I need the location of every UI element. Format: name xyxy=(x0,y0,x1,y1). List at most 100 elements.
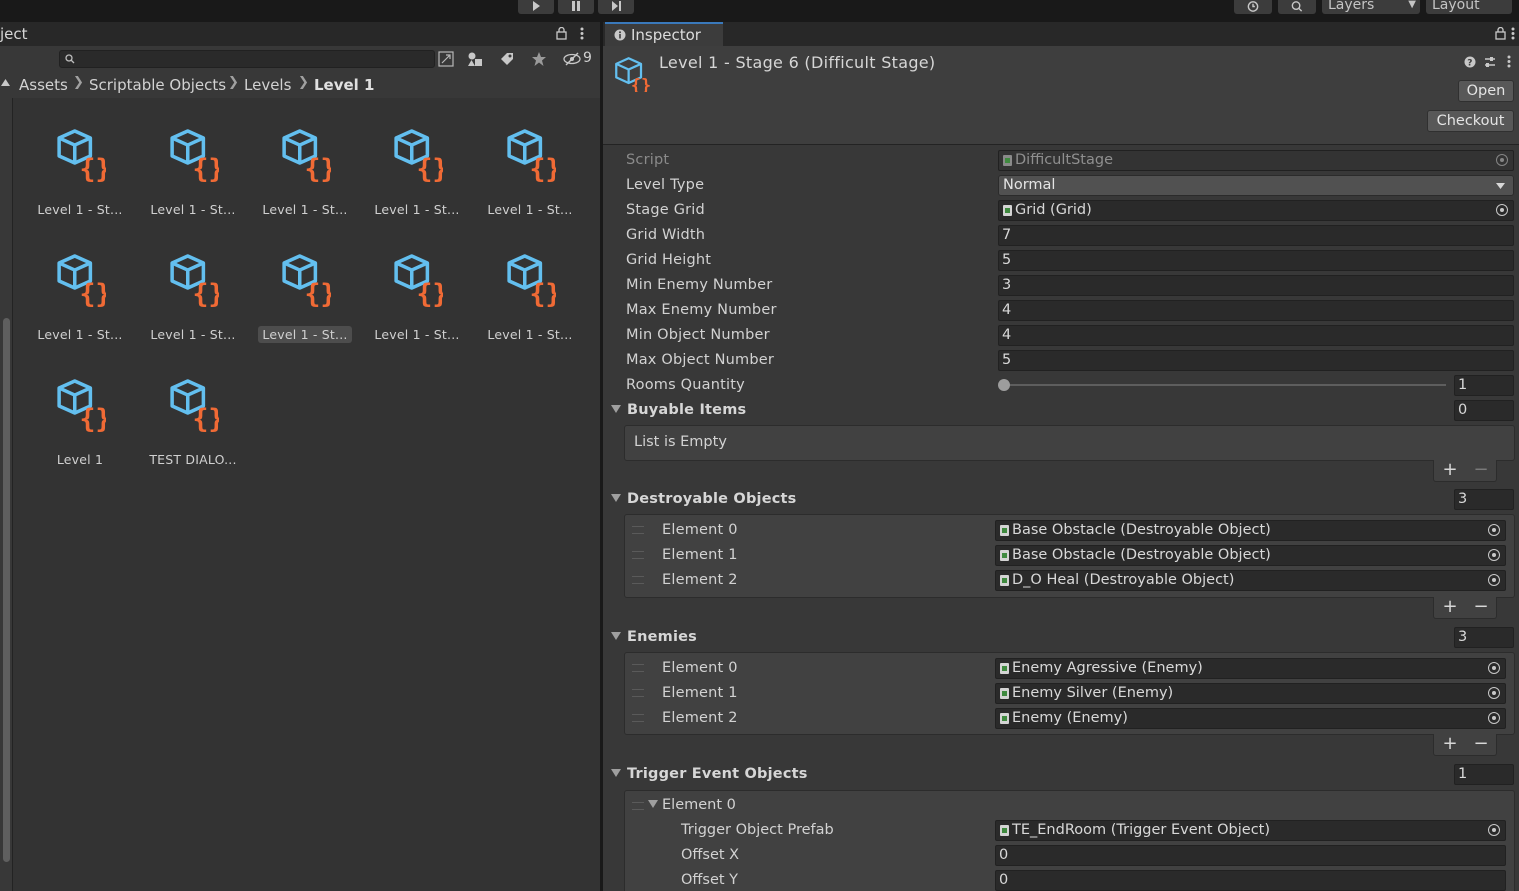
svg-text:{}: {} xyxy=(304,279,331,310)
folder-tree-scrollbar[interactable] xyxy=(3,318,10,862)
remove-element-button[interactable]: − xyxy=(1466,734,1496,754)
step-button[interactable] xyxy=(598,0,634,14)
destroyable-objects-count[interactable]: 3 xyxy=(1454,489,1514,510)
add-element-button[interactable]: + xyxy=(1435,734,1465,754)
asset-item[interactable]: {} Level 1 - St... xyxy=(141,245,245,363)
offset-y-field[interactable]: 0 xyxy=(995,870,1506,891)
breadcrumb-level-1[interactable]: Level 1 xyxy=(314,76,374,94)
drag-handle-icon[interactable] xyxy=(632,802,644,810)
open-button[interactable]: Open xyxy=(1458,80,1514,102)
buyable-items-foldout[interactable]: Buyable Items xyxy=(611,402,746,418)
object-picker-icon[interactable] xyxy=(1488,574,1500,586)
asset-item[interactable]: {} Level 1 - St... xyxy=(478,245,582,363)
preset-sliders-icon[interactable] xyxy=(1483,55,1497,69)
object-picker-icon[interactable] xyxy=(1488,687,1500,699)
drag-handle-icon[interactable] xyxy=(632,526,644,534)
more-options-icon[interactable] xyxy=(1511,27,1515,40)
asset-item[interactable]: {} Level 1 - St... xyxy=(253,120,357,238)
level-type-dropdown[interactable]: Normal xyxy=(998,175,1514,196)
asset-item[interactable]: {} Level 1 - St... xyxy=(253,245,357,363)
remove-element-button[interactable]: − xyxy=(1466,597,1496,617)
trigger-object-prefab-field[interactable]: TE_EndRoom (Trigger Event Object) xyxy=(995,820,1506,841)
add-element-button[interactable]: + xyxy=(1435,597,1465,617)
project-search-input[interactable] xyxy=(59,50,435,68)
element-object-field[interactable]: Enemy Agressive (Enemy) xyxy=(995,658,1506,679)
layout-dropdown[interactable]: Layout xyxy=(1426,0,1512,14)
min-enemy-field[interactable]: 3 xyxy=(998,275,1514,296)
filter-by-label-icon[interactable] xyxy=(499,51,515,67)
element-object-field[interactable]: Enemy Silver (Enemy) xyxy=(995,683,1506,704)
asset-label: Level 1 - St... xyxy=(487,202,573,217)
object-picker-icon[interactable] xyxy=(1488,662,1500,674)
enemies-list-footer: + − xyxy=(1433,734,1497,756)
max-object-field[interactable]: 5 xyxy=(998,350,1514,371)
tab-inspector[interactable]: Inspector xyxy=(605,22,723,46)
asset-item[interactable]: {} Level 1 - St... xyxy=(365,245,469,363)
more-options-icon[interactable] xyxy=(1507,55,1511,68)
drag-handle-icon[interactable] xyxy=(632,551,644,559)
destroyable-objects-foldout[interactable]: Destroyable Objects xyxy=(611,491,796,507)
favorites-star-icon[interactable] xyxy=(531,51,547,67)
object-picker-icon[interactable] xyxy=(1488,549,1500,561)
breadcrumb-scriptable-objects[interactable]: Scriptable Objects xyxy=(89,76,226,94)
rooms-quantity-field[interactable]: 1 xyxy=(1454,375,1514,396)
rooms-slider-handle[interactable] xyxy=(998,379,1010,391)
search-button[interactable] xyxy=(1278,0,1316,14)
asset-item[interactable]: {} Level 1 - St... xyxy=(365,120,469,238)
pause-button[interactable] xyxy=(558,0,594,14)
object-picker-icon[interactable] xyxy=(1488,712,1500,724)
drag-handle-icon[interactable] xyxy=(632,664,644,672)
svg-text:{}: {} xyxy=(79,404,106,435)
checkout-button[interactable]: Checkout xyxy=(1427,110,1514,132)
element-object-field[interactable]: Base Obstacle (Destroyable Object) xyxy=(995,520,1506,541)
play-button[interactable] xyxy=(518,0,554,14)
object-picker-icon[interactable] xyxy=(1496,204,1508,216)
asset-item[interactable]: {} TEST DIALO... xyxy=(141,370,245,488)
asset-item[interactable]: {} Level 1 - St... xyxy=(141,120,245,238)
object-picker-icon[interactable] xyxy=(1488,824,1500,836)
trigger-event-objects-foldout[interactable]: Trigger Event Objects xyxy=(611,766,808,782)
element-object-field[interactable]: Enemy (Enemy) xyxy=(995,708,1506,729)
breadcrumb-assets[interactable]: Assets xyxy=(19,76,68,94)
trigger-element-0-foldout[interactable]: Element 0 xyxy=(648,797,736,813)
filter-by-type-icon[interactable] xyxy=(467,51,483,67)
buyable-list-footer: + − xyxy=(1433,460,1497,482)
asset-item[interactable]: {} Level 1 - St... xyxy=(478,120,582,238)
drag-handle-icon[interactable] xyxy=(632,689,644,697)
drag-handle-icon[interactable] xyxy=(632,714,644,722)
asset-item[interactable]: {} Level 1 - St... xyxy=(28,120,132,238)
enemies-foldout[interactable]: Enemies xyxy=(611,629,697,645)
search-by-scene-icon[interactable] xyxy=(438,51,454,67)
lock-icon[interactable] xyxy=(1495,27,1506,40)
lock-icon[interactable] xyxy=(556,27,567,40)
element-value: Enemy Agressive (Enemy) xyxy=(1012,660,1203,676)
enemies-count[interactable]: 3 xyxy=(1454,627,1514,648)
stage-grid-field[interactable]: Grid (Grid) xyxy=(998,200,1514,221)
asset-item[interactable]: {} Level 1 - St... xyxy=(28,245,132,363)
breadcrumb-levels[interactable]: Levels xyxy=(244,76,291,94)
element-label: Element 1 xyxy=(662,685,738,701)
add-element-button[interactable]: + xyxy=(1435,460,1465,480)
layers-dropdown[interactable]: Layers ▼ xyxy=(1322,0,1420,14)
drag-handle-icon[interactable] xyxy=(632,576,644,584)
help-icon[interactable]: ? xyxy=(1464,56,1476,68)
min-object-field[interactable]: 4 xyxy=(998,325,1514,346)
object-picker-icon[interactable] xyxy=(1488,524,1500,536)
element-object-field[interactable]: D_O Heal (Destroyable Object) xyxy=(995,570,1506,591)
buyable-items-count[interactable]: 0 xyxy=(1454,400,1514,421)
hidden-packages-toggle[interactable]: 9 xyxy=(562,50,596,68)
element-object-field[interactable]: Base Obstacle (Destroyable Object) xyxy=(995,545,1506,566)
grid-height-field[interactable]: 5 xyxy=(998,250,1514,271)
history-button[interactable] xyxy=(1234,0,1272,14)
offset-x-field[interactable]: 0 xyxy=(995,845,1506,866)
chevron-down-icon: ▼ xyxy=(1408,0,1416,10)
rooms-slider-track[interactable] xyxy=(1004,384,1446,386)
trigger-event-objects-count[interactable]: 1 xyxy=(1454,764,1514,785)
remove-element-button[interactable]: − xyxy=(1466,460,1496,480)
asset-item[interactable]: {} Level 1 xyxy=(28,370,132,488)
grid-width-field[interactable]: 7 xyxy=(998,225,1514,246)
more-options-icon[interactable] xyxy=(580,27,584,40)
collapse-up-icon[interactable] xyxy=(1,79,10,86)
max-enemy-field[interactable]: 4 xyxy=(998,300,1514,321)
project-tab-title[interactable]: ject xyxy=(0,25,28,43)
